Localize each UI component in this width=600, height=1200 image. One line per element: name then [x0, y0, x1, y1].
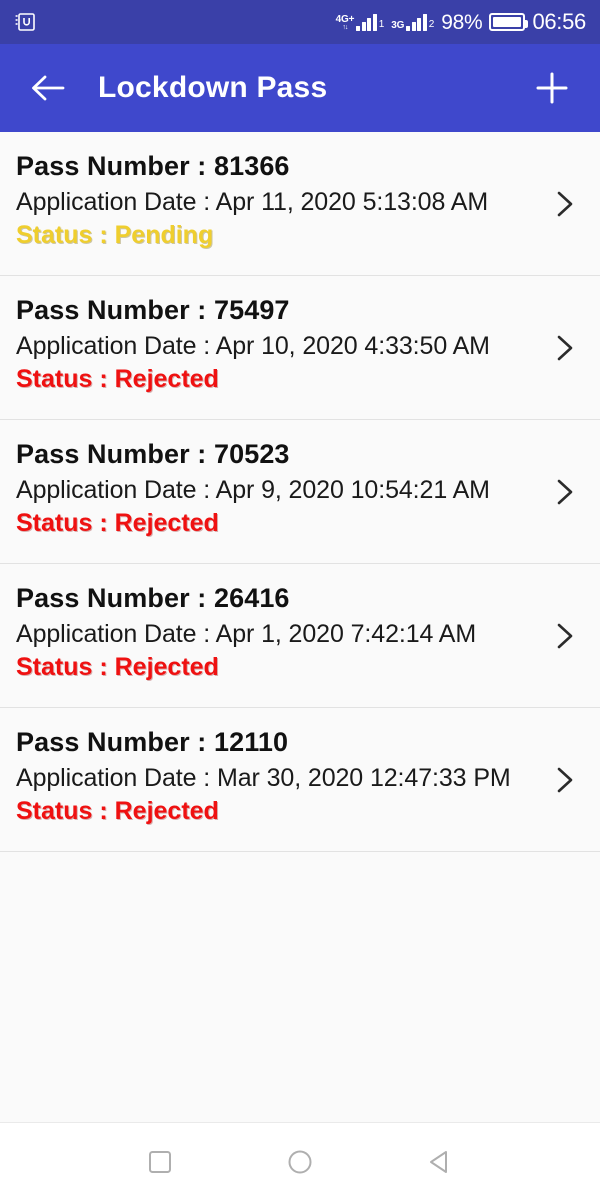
- sim2-signal-group: 3G 2: [391, 13, 435, 31]
- sim1-network-label: 4G+: [335, 13, 355, 25]
- sim1-signal-bars-icon: [356, 13, 377, 31]
- status-bar-right: 4G+ ↑↓ 1 3G 2 98% 06:56: [335, 9, 587, 34]
- pass-list-item[interactable]: Pass Number : 26416 Application Date : Ap…: [0, 564, 600, 708]
- pass-number-label: Pass Number : 75497: [16, 295, 290, 325]
- sim2-network-label: 3G: [391, 19, 405, 31]
- chevron-right-icon[interactable]: [548, 475, 582, 509]
- status-bar-clock: 06:56: [532, 9, 586, 34]
- plus-icon[interactable]: [528, 64, 576, 112]
- sim1-signal-group: 4G+ ↑↓ 1: [335, 13, 385, 31]
- chevron-right-icon[interactable]: [548, 331, 582, 365]
- pass-item-text: Pass Number : 81366 Application Date : Ap…: [16, 150, 584, 252]
- status-label: Status : Pending: [16, 221, 214, 250]
- status-label: Status : Rejected: [16, 509, 219, 538]
- sim2-slot-label: 2: [428, 18, 435, 30]
- circle-home-icon[interactable]: [272, 1134, 328, 1190]
- application-date-label: Application Date : Mar 30, 2020 12:47:33…: [16, 763, 511, 792]
- chevron-right-icon[interactable]: [548, 187, 582, 221]
- chevron-right-icon[interactable]: [548, 619, 582, 653]
- chevron-right-icon[interactable]: [548, 763, 582, 797]
- pass-item-text: Pass Number : 75497 Application Date : Ap…: [16, 294, 584, 396]
- data-transfer-arrows-icon: ↑↓: [342, 23, 348, 31]
- arrow-left-icon[interactable]: [24, 64, 72, 112]
- android-navigation-bar: [0, 1122, 600, 1200]
- phone-screen: 4G+ ↑↓ 1 3G 2 98% 06:56 Lockdown Pass Pa…: [0, 0, 600, 1200]
- status-label: Status : Rejected: [16, 365, 219, 394]
- status-bar-left: [14, 11, 36, 33]
- pass-list: Pass Number : 81366 Application Date : Ap…: [0, 132, 600, 852]
- sim2-network-stack: 3G: [391, 19, 405, 31]
- app-notification-icon: [14, 11, 36, 33]
- battery-fill: [493, 17, 521, 27]
- pass-item-text: Pass Number : 26416 Application Date : Ap…: [16, 582, 584, 684]
- battery-full-icon: [489, 13, 529, 31]
- application-date-label: Application Date : Apr 10, 2020 4:33:50 …: [16, 331, 490, 360]
- pass-number-label: Pass Number : 26416: [16, 583, 290, 613]
- pass-list-item[interactable]: Pass Number : 70523 Application Date : Ap…: [0, 420, 600, 564]
- sim1-slot-label: 1: [378, 18, 385, 30]
- pass-item-text: Pass Number : 70523 Application Date : Ap…: [16, 438, 584, 540]
- triangle-back-icon[interactable]: [412, 1134, 468, 1190]
- sim2-signal-bars-icon: [406, 13, 427, 31]
- pass-number-label: Pass Number : 70523: [16, 439, 290, 469]
- application-date-label: Application Date : Apr 11, 2020 5:13:08 …: [16, 187, 489, 216]
- status-bar: 4G+ ↑↓ 1 3G 2 98% 06:56: [0, 0, 600, 44]
- pass-list-item[interactable]: Pass Number : 75497 Application Date : Ap…: [0, 276, 600, 420]
- application-date-label: Application Date : Apr 9, 2020 10:54:21 …: [16, 475, 490, 504]
- pass-list-item[interactable]: Pass Number : 12110 Application Date : Ma…: [0, 708, 600, 852]
- status-label: Status : Rejected: [16, 653, 219, 682]
- application-date-label: Application Date : Apr 1, 2020 7:42:14 A…: [16, 619, 477, 648]
- pass-item-text: Pass Number : 12110 Application Date : Ma…: [16, 726, 584, 828]
- pass-list-item[interactable]: Pass Number : 81366 Application Date : Ap…: [0, 132, 600, 276]
- square-recents-icon[interactable]: [132, 1134, 188, 1190]
- page-title: Lockdown Pass: [98, 71, 328, 104]
- status-label: Status : Rejected: [16, 797, 219, 826]
- pass-number-label: Pass Number : 81366: [16, 151, 290, 181]
- battery-percent-label: 98%: [441, 10, 483, 34]
- app-bar: Lockdown Pass: [0, 44, 600, 132]
- pass-number-label: Pass Number : 12110: [16, 727, 289, 757]
- sim1-network-stack: 4G+ ↑↓: [335, 13, 355, 31]
